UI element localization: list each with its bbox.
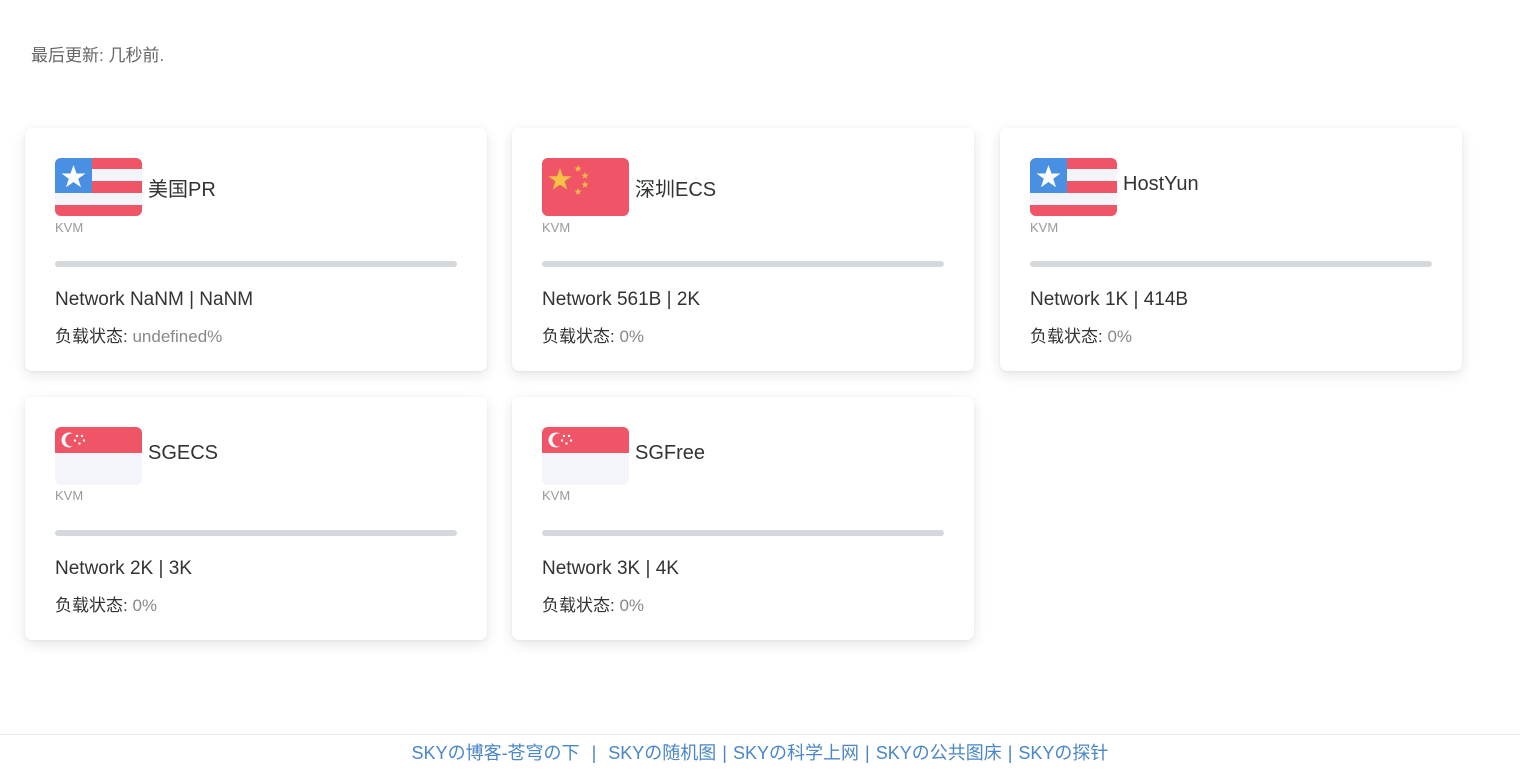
load-status-label: 负载状态: — [542, 327, 615, 346]
load-status-value: 0% — [1107, 327, 1133, 346]
load-status-label: 负载状态: — [1030, 327, 1103, 346]
server-name: 美国PR — [148, 179, 216, 201]
load-status: 负载状态: 0% — [55, 591, 157, 616]
us-flag-icon — [1030, 158, 1117, 216]
load-progress-bar — [55, 261, 457, 267]
virtualization-type: KVM — [542, 488, 571, 503]
sg-flag-icon — [55, 427, 142, 485]
footer-separator: | — [722, 743, 727, 763]
server-name: SGECS — [148, 442, 219, 464]
server-name: 深圳ECS — [635, 179, 717, 201]
server-name: SGFree — [635, 442, 706, 464]
network-stats: Network 1K | 414B — [1030, 289, 1189, 310]
load-status: 负载状态: undefined% — [55, 322, 222, 347]
footer-link-image-host[interactable]: SKYの公共图床 — [876, 743, 1002, 763]
network-stats: Network NaNM | NaNM — [55, 289, 254, 310]
footer-separator: | — [591, 743, 597, 763]
load-progress-bar — [542, 530, 944, 536]
load-status: 负载状态: 0% — [542, 322, 644, 347]
us-flag-icon — [55, 158, 142, 216]
footer-link-blog[interactable]: SKYの博客-苍穹の下 — [412, 743, 580, 763]
server-card: SGFree KVM Network 3K | 4K 负载状态: 0% — [512, 397, 974, 640]
virtualization-type: KVM — [55, 488, 84, 503]
footer-link-random-image[interactable]: SKYの随机图 — [608, 743, 716, 763]
load-progress-bar — [55, 530, 457, 536]
sg-flag-icon — [542, 427, 629, 485]
load-status: 负载状态: 0% — [542, 591, 644, 616]
load-status-value: undefined% — [132, 327, 223, 346]
virtualization-type: KVM — [542, 220, 571, 235]
network-stats: Network 3K | 4K — [542, 558, 679, 579]
load-status-value: 0% — [132, 596, 158, 615]
cn-flag-icon — [542, 158, 629, 216]
footer-link-proxy[interactable]: SKYの科学上网 — [733, 743, 859, 763]
footer-links: SKYの博客-苍穹の下 | SKYの随机图 | SKYの科学上网 | SKYの公共图床 | SK… — [0, 734, 1520, 765]
load-progress-bar — [1030, 261, 1432, 267]
server-card: SGECS KVM Network 2K | 3K 负载状态: 0% — [25, 397, 487, 640]
last-updated-text: 最后更新: 几秒前. — [31, 46, 165, 65]
load-status-label: 负载状态: — [55, 327, 128, 346]
server-card: 美国PR KVM Network NaNM | NaNM 负载状态: undef… — [25, 128, 487, 371]
footer-separator: | — [865, 743, 870, 763]
server-name: HostYun — [1123, 173, 1199, 195]
server-card: 深圳ECS KVM Network 561B | 2K 负载状态: 0% — [512, 128, 974, 371]
virtualization-type: KVM — [55, 220, 84, 235]
network-stats: Network 561B | 2K — [542, 289, 701, 310]
footer-link-probe[interactable]: SKYの探针 — [1018, 743, 1108, 763]
load-status: 负载状态: 0% — [1030, 322, 1132, 347]
load-status-value: 0% — [619, 596, 645, 615]
virtualization-type: KVM — [1030, 220, 1059, 235]
load-status-label: 负载状态: — [542, 596, 615, 615]
server-card: HostYun KVM Network 1K | 414B 负载状态: 0% — [1000, 128, 1462, 371]
load-status-label: 负载状态: — [55, 596, 128, 615]
load-progress-bar — [542, 261, 944, 267]
load-status-value: 0% — [619, 327, 645, 346]
footer-separator: | — [1007, 743, 1013, 763]
network-stats: Network 2K | 3K — [55, 558, 192, 579]
